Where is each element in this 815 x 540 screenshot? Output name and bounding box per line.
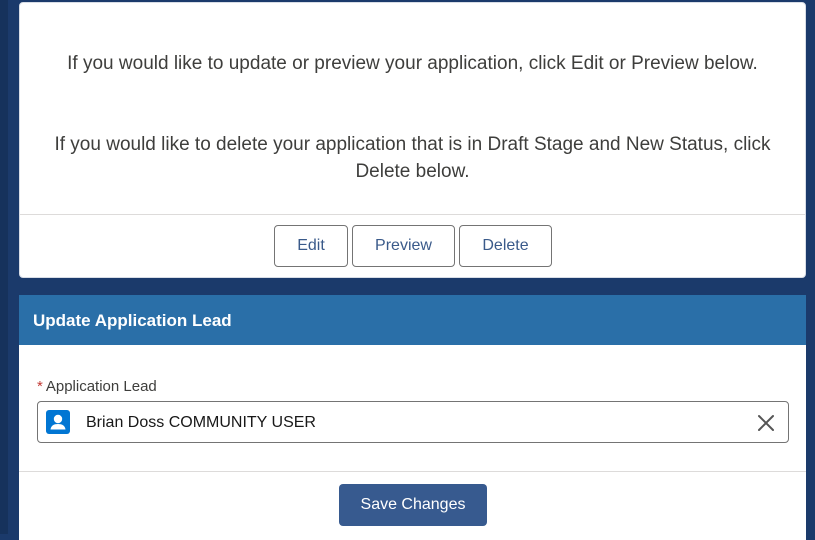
application-lead-value: Brian Doss COMMUNITY USER (86, 414, 316, 431)
application-actions-card: If you would like to update or preview y… (19, 2, 806, 278)
section-title: Update Application Lead (33, 311, 232, 330)
delete-button[interactable]: Delete (459, 225, 552, 267)
delete-message: If you would like to delete your applica… (54, 134, 771, 182)
save-changes-button[interactable]: Save Changes (339, 484, 487, 526)
required-marker: * (37, 378, 43, 395)
user-icon (46, 410, 70, 434)
update-preview-message: If you would like to update or preview y… (67, 53, 758, 74)
right-page-edge (807, 0, 815, 534)
action-buttons: Edit Preview Delete (20, 225, 805, 269)
preview-button[interactable]: Preview (352, 225, 455, 267)
close-icon (758, 415, 774, 431)
application-lead-label: * Application Lead (37, 378, 157, 395)
left-page-edge (0, 0, 8, 534)
edit-button[interactable]: Edit (274, 225, 348, 267)
card-divider (20, 214, 805, 215)
clear-selection-button[interactable] (754, 411, 778, 435)
application-lead-lookup[interactable]: Brian Doss COMMUNITY USER (37, 401, 789, 443)
instructions: If you would like to update or preview y… (20, 3, 805, 214)
update-lead-card: Update Application Lead * Application Lea… (19, 295, 806, 540)
application-lead-label-text: Application Lead (45, 378, 157, 395)
footer-divider (19, 471, 806, 472)
section-header: Update Application Lead (19, 295, 806, 345)
